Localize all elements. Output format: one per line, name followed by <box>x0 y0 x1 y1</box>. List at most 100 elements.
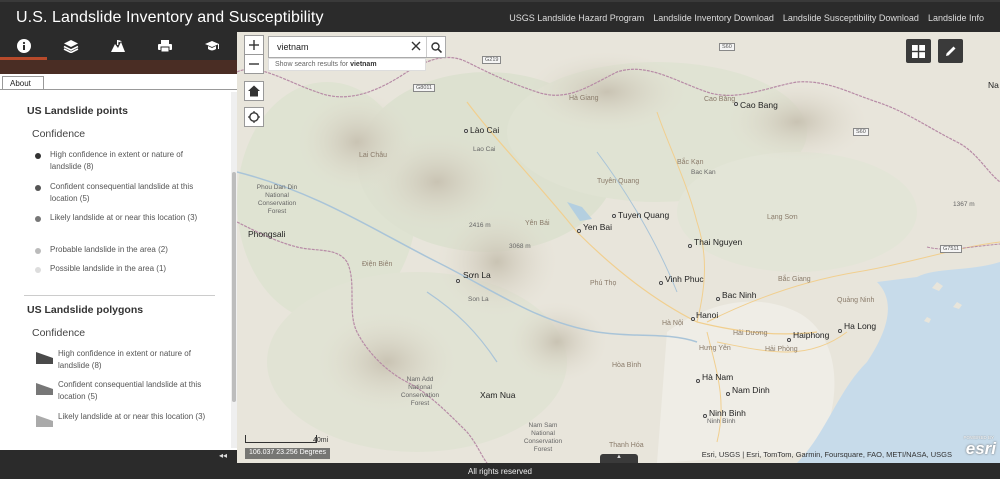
search-button[interactable] <box>426 37 446 57</box>
info-icon <box>16 39 31 53</box>
legend-polygon-item: Confident consequential landslide at thi… <box>36 379 211 403</box>
map-view[interactable]: G219 G8011 S60 S60 G7511 Lào Cai Lao Cai… <box>237 32 1000 463</box>
plus-icon <box>249 40 259 50</box>
place-label: Yen Bai <box>583 222 612 232</box>
home-icon <box>248 85 260 97</box>
zoom-in-button[interactable] <box>244 35 264 55</box>
point-symbol <box>35 153 41 159</box>
section-divider <box>24 295 215 296</box>
tool-layers[interactable] <box>47 32 94 60</box>
zoom-out-button[interactable] <box>244 54 264 74</box>
link-landslide-susceptibility-download[interactable]: Landslide Susceptibility Download <box>783 13 919 23</box>
city-marker <box>456 279 460 283</box>
home-button[interactable] <box>244 81 264 101</box>
place-label: Vinh Phuc <box>665 274 704 284</box>
city-marker <box>787 338 791 342</box>
coordinate-readout: 106.037 23.256 Degrees <box>245 448 331 459</box>
tab-about[interactable]: About <box>2 76 44 90</box>
city-marker <box>716 297 720 301</box>
route-shield: S60 <box>719 43 735 51</box>
place-label: Na <box>988 80 999 90</box>
locate-button[interactable] <box>244 107 264 127</box>
legend-point-item: High confidence in extent or nature of l… <box>35 149 211 173</box>
link-landslide-inventory-download[interactable]: Landslide Inventory Download <box>653 13 774 23</box>
tool-print[interactable] <box>141 32 188 60</box>
basemap-gallery-button[interactable] <box>906 39 931 63</box>
legend-point-label: Probable landslide in the area (2) <box>50 245 168 254</box>
point-symbol <box>35 185 41 191</box>
point-symbol <box>35 216 41 222</box>
place-label: Bac Kan <box>691 169 716 176</box>
header-links: USGS Landslide Hazard Program Landslide … <box>509 13 984 23</box>
tool-about[interactable] <box>0 32 47 60</box>
place-label: Thai Nguyen <box>694 237 743 247</box>
legend-point-item: Confident consequential landslide at thi… <box>35 181 211 205</box>
link-usgs-landslide-hazard-program[interactable]: USGS Landslide Hazard Program <box>509 13 644 23</box>
legend-polygon-label: High confidence in extent or nature of l… <box>58 349 191 370</box>
legend-polygon-item: Likely landslide at or near this locatio… <box>36 411 211 427</box>
place-label: Ha Long <box>844 321 877 331</box>
place-label: Son La <box>468 296 489 303</box>
place-label: Hà Nam <box>702 372 734 382</box>
legend-polygon-label: Likely landslide at or near this locatio… <box>58 412 206 421</box>
tab-divider <box>0 89 237 90</box>
place-label: Sơn La <box>463 270 491 280</box>
search-icon <box>431 41 442 53</box>
search-suggestion[interactable]: Show search results for vietnam <box>268 58 426 71</box>
place-label: Điện Biên <box>362 261 393 268</box>
route-shield: G8011 <box>413 84 436 92</box>
place-label: Phongsali <box>248 229 286 239</box>
place-label: Ninh Bình <box>707 418 736 425</box>
panel-footer: ◂◂ <box>0 450 237 463</box>
place-label: Tuyen Quang <box>618 210 670 220</box>
polygon-symbol <box>36 352 53 364</box>
expand-panel-tab[interactable]: ▲ <box>600 454 638 463</box>
points-subtitle: Confidence <box>32 128 86 140</box>
polygons-section-title: US Landslide polygons <box>27 304 144 316</box>
place-label: Hải Dương <box>733 330 768 337</box>
link-landslide-info[interactable]: Landslide Info <box>928 13 984 23</box>
city-marker <box>659 281 663 285</box>
print-icon <box>157 40 172 53</box>
tool-legend[interactable] <box>188 32 235 60</box>
place-label: Lạng Sơn <box>767 214 798 221</box>
route-shield: G7511 <box>940 245 963 253</box>
scale-bar <box>245 435 317 443</box>
route-shield: S60 <box>853 128 869 136</box>
place-label: Phú Thọ <box>590 280 617 287</box>
place-label: Nam Add National Conservation Forest <box>400 376 440 407</box>
esri-logo: esri <box>965 439 996 458</box>
place-label: Nam Sam National Conservation Forest <box>523 422 563 453</box>
suggestion-term: vietnam <box>350 61 377 68</box>
clear-search-button[interactable] <box>411 40 421 54</box>
place-label: Phou Dan Din National Conservation Fores… <box>256 184 298 215</box>
draw-button[interactable] <box>938 39 963 63</box>
search-input[interactable] <box>269 37 426 57</box>
basemap-icon <box>110 40 125 52</box>
place-label: Hưng Yên <box>699 345 731 352</box>
legend-polygon-label: Confident consequential landslide at thi… <box>58 380 202 401</box>
suggestion-prefix: Show search results for <box>275 61 351 68</box>
place-label: Bac Ninh <box>722 290 757 300</box>
place-label: Lai Châu <box>359 152 388 159</box>
legend-point-item: Likely landslide at or near this locatio… <box>35 212 211 224</box>
tool-basemap[interactable] <box>94 32 141 60</box>
search-widget <box>268 36 446 58</box>
legend-point-item: Probable landslide in the area (2) <box>35 244 211 256</box>
place-label: Xam Nua <box>480 390 516 400</box>
scrollbar-thumb[interactable] <box>232 172 236 402</box>
city-marker <box>696 379 700 383</box>
point-symbol <box>35 267 41 273</box>
pencil-icon <box>946 46 956 56</box>
place-label: Hải Phòng <box>765 346 798 353</box>
place-label: Tuyên Quang <box>597 178 640 185</box>
place-label: Yên Bái <box>525 220 550 227</box>
chevron-up-icon: ▲ <box>616 454 622 460</box>
layers-icon <box>63 40 78 53</box>
grid-icon <box>912 44 925 58</box>
basemap-terrain <box>237 32 1000 463</box>
toolbar-accent-strip <box>0 60 237 74</box>
route-shield: G219 <box>482 56 502 64</box>
place-label: Cao Bằng <box>704 96 736 103</box>
collapse-panel-button[interactable]: ◂◂ <box>219 451 227 460</box>
